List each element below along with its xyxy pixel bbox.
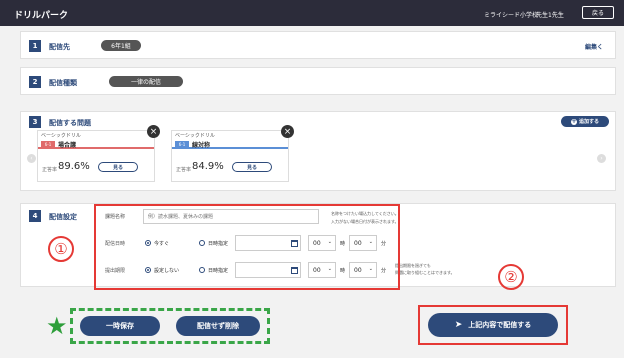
deadline-note-2: 問題に取り組むことはできます。 <box>395 270 455 275</box>
section-title: 配信する問題 <box>49 119 91 127</box>
deadline-note-1: 提出期限を過ぎても <box>395 263 431 268</box>
edit-link[interactable]: 編集く <box>585 42 603 51</box>
view-button[interactable]: 見る <box>232 162 272 172</box>
section-number: 4 <box>29 210 41 222</box>
rate-label: 正答率 <box>42 167 58 173</box>
top-bar: ドリルパーク ミライシード小学校 先生1先生 戻る <box>0 0 624 26</box>
card-name: 線対称 <box>192 142 211 149</box>
delete-without-deliver-button[interactable]: 配信せず削除 <box>176 316 260 336</box>
close-icon[interactable]: × <box>147 125 160 138</box>
rate-value: 84.9% <box>192 161 224 172</box>
annotation-box-settings <box>94 204 400 290</box>
card-subtitle: ベーシックドリル <box>175 133 215 139</box>
annotation-circle-1: ① <box>48 236 74 262</box>
card-subtitle: ベーシックドリル <box>41 133 81 139</box>
unit-tag: 6-1 <box>175 141 189 147</box>
section-title: 配信先 <box>49 43 70 51</box>
section-title: 配信設定 <box>49 213 77 221</box>
problem-card: ベーシックドリル 6-1 線対称 × 正答率 84.9% 見る <box>171 125 294 182</box>
section-number: 1 <box>29 40 41 52</box>
app-title: ドリルパーク <box>14 11 69 21</box>
rate-value: 89.6% <box>58 161 90 172</box>
grade-badge: 6年1組 <box>101 40 141 51</box>
deliver-button[interactable]: ➤ 上記内容で配信する <box>428 313 558 337</box>
unit-tag: 6-1 <box>41 141 55 147</box>
deliver-button-label: 上記内容で配信する <box>468 321 532 329</box>
school-name: ミライシード小学校 <box>484 12 539 19</box>
rate-label: 正答率 <box>176 167 192 173</box>
section-title: 配信種類 <box>49 79 77 87</box>
chevron-right-icon[interactable]: › <box>597 154 606 163</box>
delivery-type-badge: 一律の配信 <box>109 76 183 87</box>
teacher-name: 先生1先生 <box>536 12 564 19</box>
add-problem-label: 追加する <box>578 119 599 125</box>
card-name: 場合譲 <box>58 142 77 149</box>
problem-card: ベーシックドリル 6-1 場合譲 × 正答率 89.6% 見る <box>37 125 160 182</box>
section-destination: 1 配信先 6年1組 編集く <box>20 31 616 59</box>
section-number: 2 <box>29 76 41 88</box>
card-header: ベーシックドリル 6-1 線対称 <box>172 131 288 149</box>
plus-icon: + <box>570 118 577 125</box>
star-icon: ★ <box>46 312 68 340</box>
section-type: 2 配信種類 一律の配信 <box>20 67 616 95</box>
card-header: ベーシックドリル 6-1 場合譲 <box>38 131 154 149</box>
send-icon: ➤ <box>454 320 463 330</box>
view-button[interactable]: 見る <box>98 162 138 172</box>
add-problem-button[interactable]: + 追加する <box>561 116 609 127</box>
section-problems: 3 配信する問題 + 追加する ‹ › ベーシックドリル 6-1 場合譲 × 正… <box>20 111 616 191</box>
close-icon[interactable]: × <box>281 125 294 138</box>
save-draft-button[interactable]: 一時保存 <box>80 316 160 336</box>
back-button[interactable]: 戻る <box>582 6 614 19</box>
annotation-circle-2: ② <box>498 264 524 290</box>
section-number: 3 <box>29 116 41 128</box>
chevron-left-icon[interactable]: ‹ <box>27 154 36 163</box>
